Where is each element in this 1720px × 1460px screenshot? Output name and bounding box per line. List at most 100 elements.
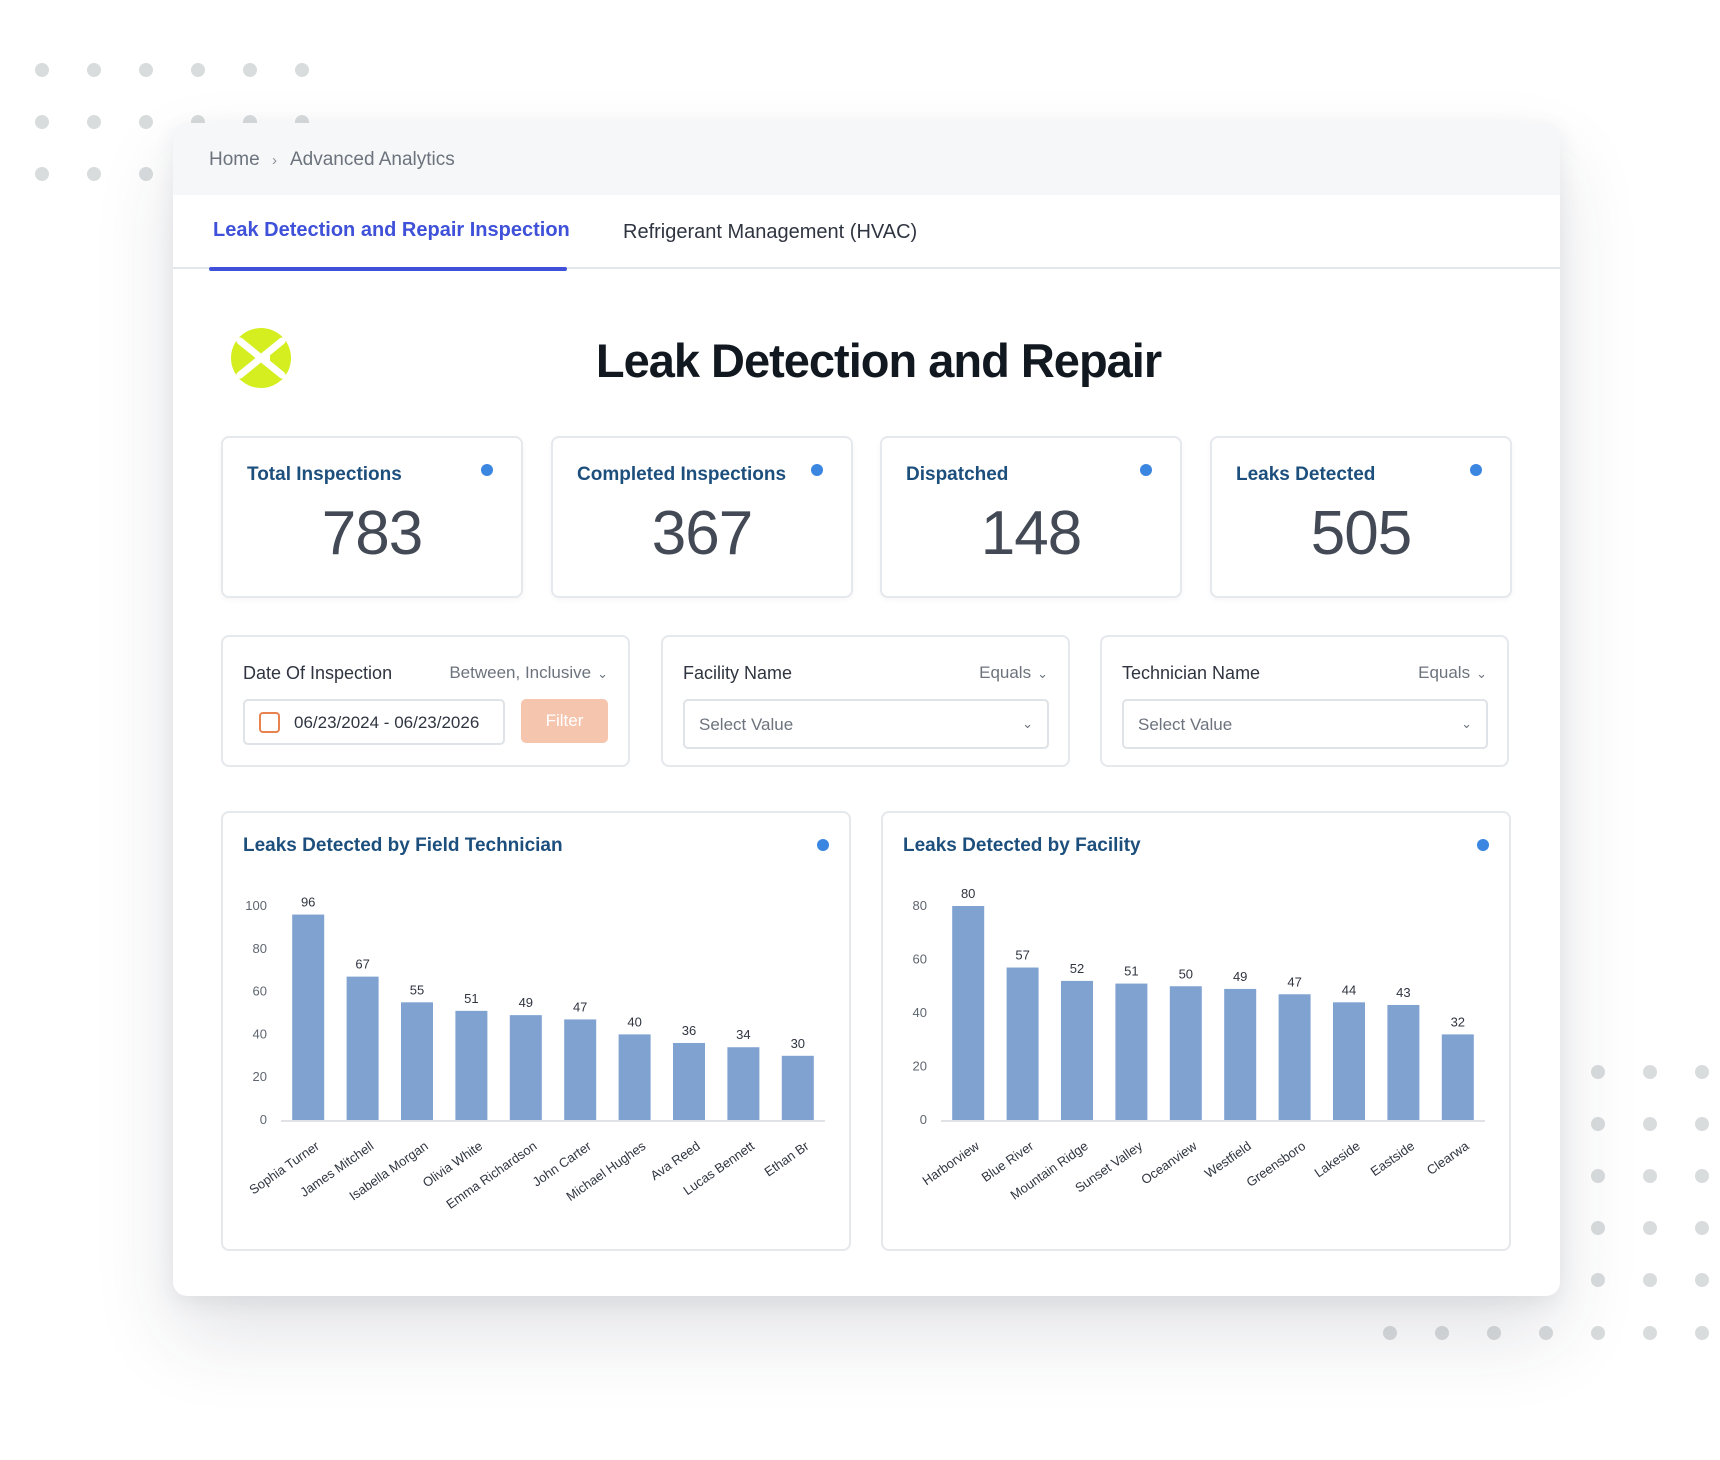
y-tick-label: 80 [253, 941, 267, 956]
data-label: 80 [961, 886, 975, 901]
data-label: 55 [410, 982, 424, 997]
kpi-value: 783 [321, 499, 423, 568]
bar[interactable] [952, 906, 985, 1120]
facility-filter: Facility Name Equals ⌄ Select Value ⌄ [661, 635, 1070, 767]
bar[interactable] [292, 914, 325, 1120]
y-tick-label: 20 [253, 1069, 267, 1084]
bar[interactable] [1061, 980, 1093, 1120]
x-tick-label: Oceanview [1138, 1138, 1200, 1188]
bar[interactable] [1115, 983, 1148, 1120]
y-tick-label: 100 [245, 898, 267, 913]
data-label: 36 [682, 1023, 696, 1038]
x-tick-label: Greensboro [1243, 1138, 1308, 1190]
chart-card-technician: Leaks Detected by Field Technician 0 20 40… [221, 811, 851, 1251]
data-label: 67 [355, 957, 369, 972]
technician-filter: Technician Name Equals ⌄ Select Value ⌄ [1100, 635, 1509, 767]
bar[interactable] [346, 976, 379, 1120]
decorative-dot [87, 167, 101, 181]
bar[interactable] [1006, 967, 1039, 1120]
decorative-dot [243, 63, 257, 77]
data-label: 40 [627, 1014, 641, 1029]
bar[interactable] [1169, 986, 1202, 1120]
bar[interactable] [781, 1055, 814, 1120]
bar[interactable] [1441, 1034, 1474, 1120]
decorative-dot [1591, 1065, 1605, 1079]
info-dot-icon[interactable] [1140, 464, 1152, 476]
info-dot-icon[interactable] [481, 464, 493, 476]
bar[interactable] [1333, 1002, 1365, 1120]
date-range-input[interactable]: 06/23/2024 - 06/23/2026 [243, 699, 505, 745]
kpi-label: Leaks Detected [1236, 464, 1376, 485]
data-label: 47 [1287, 974, 1301, 989]
y-tick-label: 0 [920, 1112, 927, 1127]
decorative-dot [1695, 1326, 1709, 1340]
decorative-dot [35, 115, 49, 129]
decorative-dot [1591, 1273, 1605, 1287]
filter-button[interactable]: Filter [521, 699, 608, 743]
kpi-card-leaks-detected[interactable]: Leaks Detected 505 [1210, 436, 1512, 598]
decorative-dot [1643, 1169, 1657, 1183]
y-tick-label: 40 [253, 1026, 267, 1041]
y-tick-label: 40 [913, 1005, 927, 1020]
decorative-dot [139, 167, 153, 181]
bar[interactable] [618, 1034, 651, 1120]
data-label: 49 [519, 995, 533, 1010]
bar[interactable] [564, 1019, 597, 1120]
tab-refrigerant-management[interactable]: Refrigerant Management (HVAC) [623, 221, 917, 244]
date-filter-label: Date Of Inspection [243, 663, 393, 683]
kpi-value: 148 [980, 499, 1082, 568]
bar[interactable] [1278, 994, 1311, 1120]
data-label: 34 [736, 1027, 750, 1042]
breadcrumb: Home › Advanced Analytics [173, 123, 1560, 195]
facility-operator-dropdown[interactable]: Equals ⌄ [979, 663, 1048, 683]
decorative-dot [1643, 1221, 1657, 1235]
y-tick-label: 60 [913, 952, 927, 967]
chevron-down-icon: ⌄ [1476, 666, 1487, 681]
bar[interactable] [1224, 988, 1257, 1120]
kpi-card-completed-inspections[interactable]: Completed Inspections 367 [551, 436, 853, 598]
decorative-dot [1591, 1326, 1605, 1340]
technician-select-placeholder: Select Value [1138, 715, 1233, 734]
breadcrumb-home-link[interactable]: Home [209, 149, 260, 171]
decorative-dot [87, 63, 101, 77]
bar[interactable] [1387, 1004, 1420, 1120]
data-label: 30 [791, 1036, 805, 1051]
kpi-card-total-inspections[interactable]: Total Inspections 783 [221, 436, 523, 598]
x-tick-label: Clearwa [1424, 1138, 1472, 1178]
decorative-dot [1643, 1273, 1657, 1287]
chart-card-facility: Leaks Detected by Facility 0 20 40 60 80 80 Ha… [881, 811, 1511, 1251]
y-tick-label: 80 [913, 898, 927, 913]
bar[interactable] [727, 1047, 760, 1120]
decorative-dot [1695, 1273, 1709, 1287]
decorative-dot [1695, 1065, 1709, 1079]
technician-operator-dropdown[interactable]: Equals ⌄ [1418, 663, 1487, 683]
technician-select[interactable]: Select Value ⌄ [1122, 699, 1488, 749]
tab-leak-detection[interactable]: Leak Detection and Repair Inspection [213, 219, 570, 242]
data-label: 44 [1342, 982, 1356, 997]
breadcrumb-current: Advanced Analytics [290, 149, 455, 170]
bar[interactable] [401, 1002, 433, 1120]
calendar-icon[interactable] [259, 712, 280, 733]
bar[interactable] [455, 1010, 488, 1120]
bar[interactable] [673, 1042, 705, 1120]
data-label: 43 [1396, 985, 1410, 1000]
info-dot-icon[interactable] [811, 464, 823, 476]
bar-chart-facility: 02040608080Harborview57Blue River52Mount… [913, 886, 1485, 1203]
x-tick-label: Harborview [919, 1138, 982, 1188]
date-operator-dropdown[interactable]: Between, Inclusive ⌄ [449, 663, 608, 683]
y-tick-label: 60 [253, 984, 267, 999]
decorative-dot [1591, 1221, 1605, 1235]
bar[interactable] [509, 1015, 542, 1120]
decorative-dot [1643, 1117, 1657, 1131]
chevron-down-icon: ⌄ [597, 666, 608, 681]
dashboard-window: Home › Advanced Analytics Leak Detection… [173, 123, 1560, 1296]
y-tick-label: 0 [260, 1112, 267, 1127]
decorative-dot [1695, 1221, 1709, 1235]
decorative-dot [1487, 1326, 1501, 1340]
facility-select[interactable]: Select Value ⌄ [683, 699, 1049, 749]
info-dot-icon[interactable] [1470, 464, 1482, 476]
kpi-card-dispatched[interactable]: Dispatched 148 [880, 436, 1182, 598]
decorative-dot [191, 63, 205, 77]
data-label: 57 [1015, 948, 1029, 963]
kpi-value: 367 [651, 499, 753, 568]
